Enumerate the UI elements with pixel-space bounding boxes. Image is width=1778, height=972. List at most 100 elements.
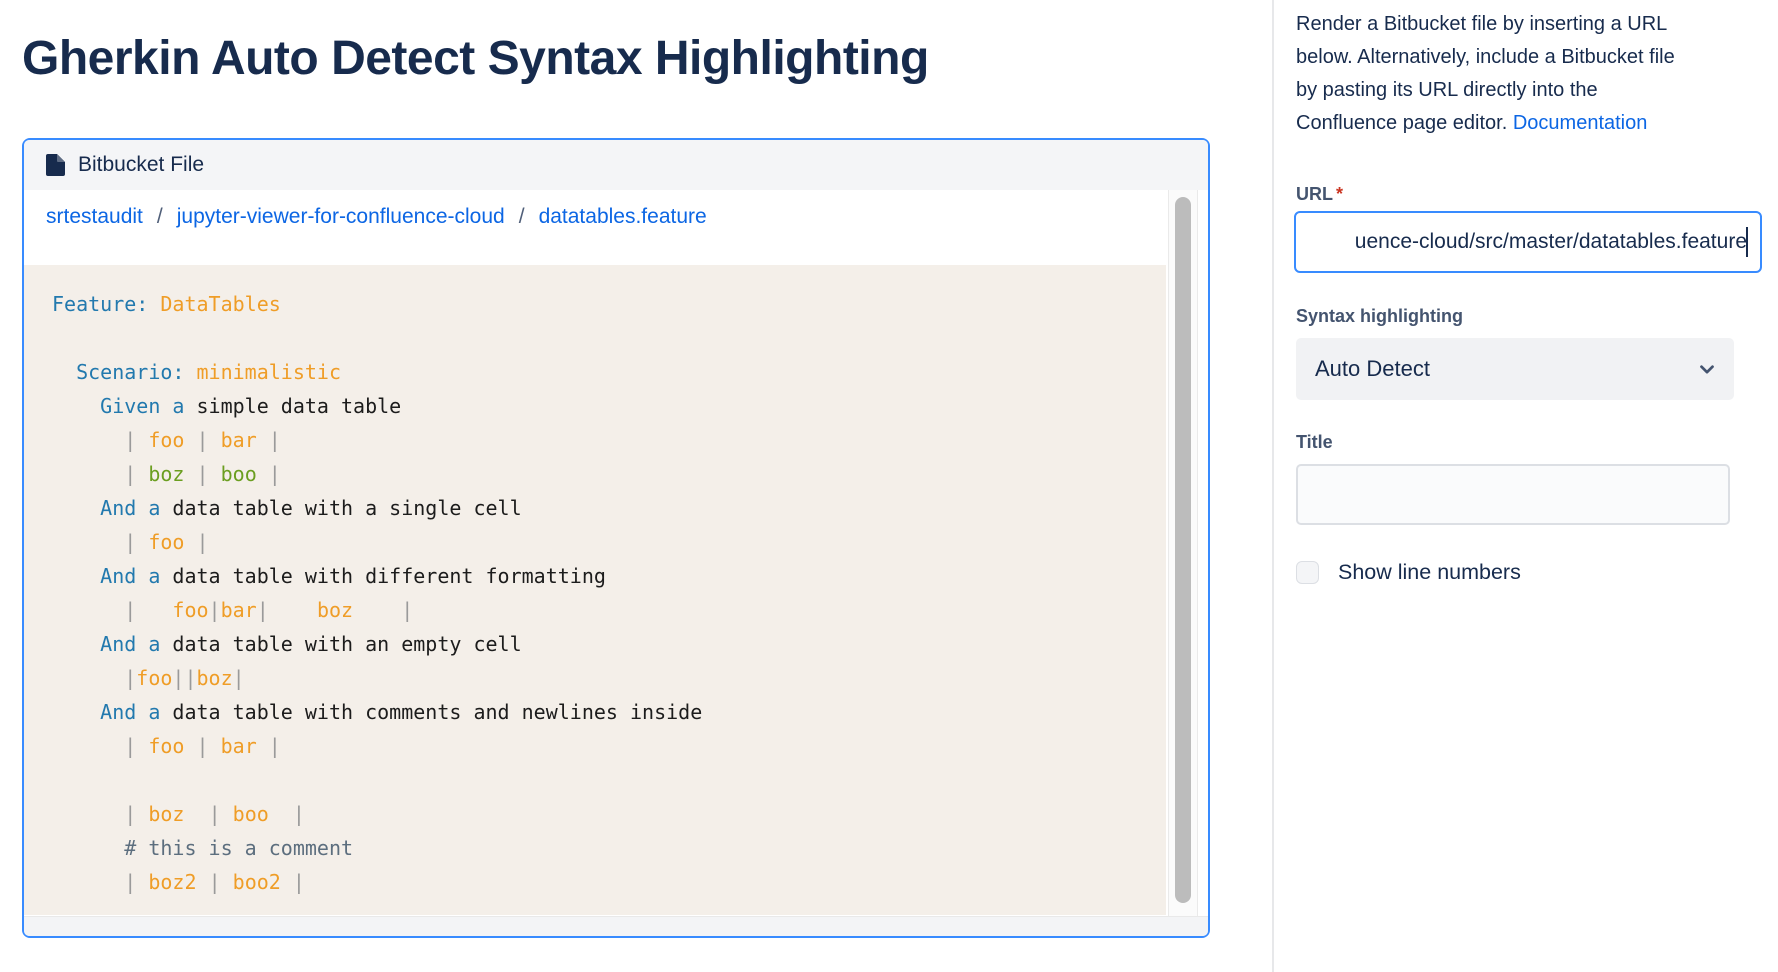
code-token bbox=[52, 428, 124, 452]
code-token: | bbox=[209, 802, 221, 826]
code-token bbox=[257, 734, 269, 758]
syntax-selected-value: Auto Detect bbox=[1315, 356, 1430, 382]
page-title[interactable]: Gherkin Auto Detect Syntax Highlighting bbox=[22, 30, 929, 88]
code-token: Given a bbox=[100, 394, 184, 418]
code-token: | bbox=[401, 598, 413, 622]
code-token: data table with comments and newlines in… bbox=[160, 700, 702, 724]
breadcrumb-link[interactable]: srtestaudit bbox=[46, 205, 143, 229]
syntax-highlighting-select[interactable]: Auto Detect bbox=[1296, 338, 1734, 400]
url-input[interactable]: uence-cloud/src/master/datatables.featur… bbox=[1294, 211, 1762, 273]
code-token: | bbox=[197, 428, 209, 452]
code-token: And a bbox=[100, 632, 160, 656]
breadcrumb-link[interactable]: jupyter-viewer-for-confluence-cloud bbox=[177, 205, 505, 229]
macro-title: Bitbucket File bbox=[78, 153, 204, 177]
macro-description: Render a Bitbucket file by inserting a U… bbox=[1296, 8, 1770, 140]
code-token: # this is a comment bbox=[124, 836, 353, 860]
documentation-link[interactable]: Documentation bbox=[1513, 112, 1648, 134]
code-token bbox=[184, 734, 196, 758]
code-token bbox=[136, 598, 172, 622]
code-token bbox=[52, 564, 100, 588]
code-token: | bbox=[257, 598, 269, 622]
code-token: | bbox=[197, 530, 209, 554]
code-line: | foo | bar | bbox=[52, 729, 1166, 763]
code-token bbox=[209, 734, 221, 758]
code-token bbox=[136, 428, 148, 452]
code-token bbox=[209, 428, 221, 452]
code-token: And a bbox=[100, 564, 160, 588]
code-token bbox=[52, 462, 124, 486]
url-input-value: uence-cloud/src/master/datatables.featur… bbox=[1355, 230, 1747, 254]
code-token: | bbox=[124, 428, 136, 452]
code-token bbox=[353, 598, 401, 622]
code-token bbox=[269, 802, 293, 826]
code-token bbox=[197, 870, 209, 894]
code-token: bar bbox=[221, 598, 257, 622]
breadcrumb-separator: / bbox=[157, 205, 163, 229]
required-asterisk: * bbox=[1336, 184, 1343, 204]
code-token: Feature: bbox=[52, 292, 148, 316]
code-token: | bbox=[124, 462, 136, 486]
code-token: data table with an empty cell bbox=[160, 632, 521, 656]
code-line: | boz2 | boo2 | bbox=[52, 865, 1166, 899]
code-token bbox=[52, 734, 124, 758]
show-line-numbers-row[interactable]: Show line numbers bbox=[1296, 560, 1521, 585]
code-token: | bbox=[124, 666, 136, 690]
code-token: | bbox=[269, 734, 281, 758]
line-numbers-label: Show line numbers bbox=[1338, 560, 1521, 585]
description-line: by pasting its URL directly into the bbox=[1296, 74, 1770, 107]
code-token bbox=[136, 802, 148, 826]
code-line: | foo|bar| boz | bbox=[52, 593, 1166, 627]
code-token bbox=[52, 598, 124, 622]
macro-header: Bitbucket File bbox=[24, 140, 1208, 190]
vertical-scrollbar-track[interactable] bbox=[1168, 190, 1198, 916]
panel-divider bbox=[1272, 0, 1274, 972]
vertical-scrollbar-thumb[interactable] bbox=[1175, 197, 1191, 903]
code-token bbox=[221, 802, 233, 826]
code-token bbox=[281, 870, 293, 894]
code-token: foo bbox=[148, 734, 184, 758]
code-line: Given a simple data table bbox=[52, 389, 1166, 423]
code-token bbox=[52, 836, 124, 860]
code-token: || bbox=[172, 666, 196, 690]
code-line: And a data table with a single cell bbox=[52, 491, 1166, 525]
breadcrumb-link[interactable]: datatables.feature bbox=[539, 205, 707, 229]
code-line: | foo | bbox=[52, 525, 1166, 559]
text-cursor bbox=[1746, 227, 1748, 257]
horizontal-scrollbar-track[interactable] bbox=[24, 916, 1208, 936]
code-token: data table with different formatting bbox=[160, 564, 606, 588]
code-line: And a data table with comments and newli… bbox=[52, 695, 1166, 729]
bitbucket-file-macro-card[interactable]: Bitbucket File srtestaudit / jupyter-viewe… bbox=[22, 138, 1210, 938]
syntax-highlighting-label: Syntax highlighting bbox=[1296, 306, 1463, 327]
code-token bbox=[52, 802, 124, 826]
line-numbers-checkbox[interactable] bbox=[1296, 561, 1319, 584]
code-line: | foo | bar | bbox=[52, 423, 1166, 457]
code-token: | bbox=[269, 462, 281, 486]
code-token: | bbox=[209, 598, 221, 622]
code-token bbox=[136, 734, 148, 758]
code-token bbox=[257, 462, 269, 486]
code-line: | boz | boo | bbox=[52, 457, 1166, 491]
chevron-down-icon bbox=[1696, 358, 1718, 380]
code-token bbox=[184, 360, 196, 384]
code-token: DataTables bbox=[160, 292, 280, 316]
code-token: boo2 bbox=[233, 870, 281, 894]
code-token bbox=[52, 666, 124, 690]
code-token bbox=[52, 394, 100, 418]
code-token bbox=[52, 632, 100, 656]
code-token: foo bbox=[148, 428, 184, 452]
code-token bbox=[184, 428, 196, 452]
code-token: | bbox=[233, 666, 245, 690]
code-line: And a data table with different formatti… bbox=[52, 559, 1166, 593]
title-input[interactable] bbox=[1296, 464, 1730, 525]
code-token bbox=[184, 530, 196, 554]
code-line: Feature: DataTables bbox=[52, 287, 1166, 321]
code-token bbox=[52, 360, 76, 384]
code-token: | bbox=[124, 734, 136, 758]
code-token: foo bbox=[136, 666, 172, 690]
code-token: | bbox=[197, 462, 209, 486]
code-token: bar bbox=[221, 734, 257, 758]
code-token: And a bbox=[100, 496, 160, 520]
code-line: And a data table with an empty cell bbox=[52, 627, 1166, 661]
code-token: | bbox=[124, 530, 136, 554]
code-token bbox=[52, 700, 100, 724]
